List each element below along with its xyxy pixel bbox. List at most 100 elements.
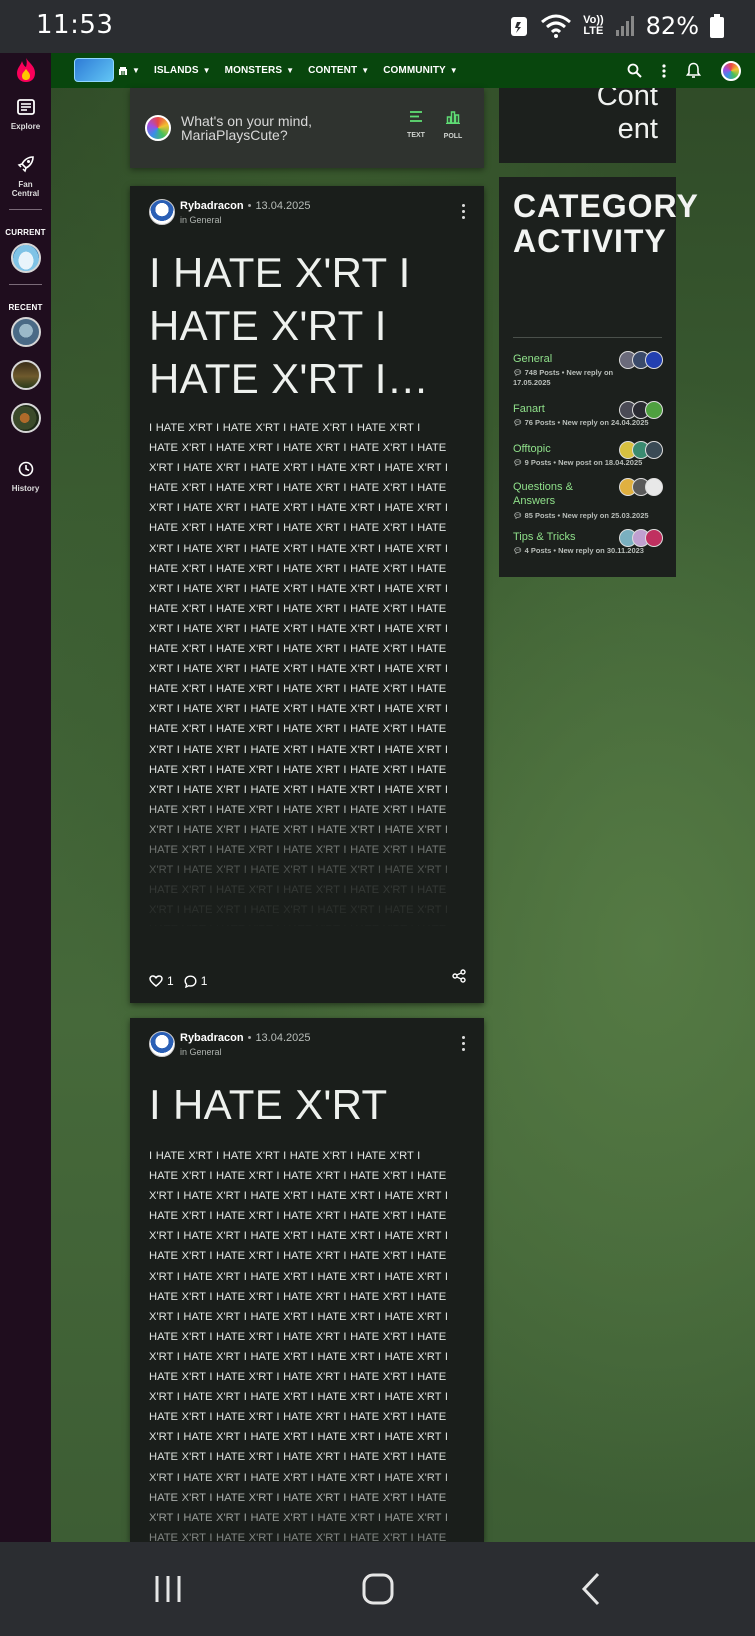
post-card[interactable]: Rybadracon • 13.04.2025 in General I HATE … — [130, 1018, 484, 1542]
current-section-label: CURRENT — [5, 228, 46, 237]
signal-icon — [615, 16, 634, 36]
post-composer[interactable]: What's on your mind, MariaPlaysCute? TEX… — [130, 88, 484, 168]
side-content-card: Cont ent — [499, 88, 676, 163]
home-icon — [362, 1573, 394, 1605]
like-count: 1 — [167, 974, 174, 988]
category-row[interactable]: Offtopic 💬︎ 9 Posts • New post on 18.04.… — [513, 441, 663, 468]
category-row[interactable]: Fanart 💬︎ 76 Posts • New reply on 24.04.… — [513, 401, 663, 428]
post-author-line: Rybadracon • 13.04.2025 — [180, 1032, 311, 1044]
search-icon[interactable] — [627, 63, 642, 78]
category-avatars — [619, 401, 663, 419]
chevron-down-icon: ▼ — [202, 66, 211, 75]
rail-divider — [9, 284, 42, 285]
recent-apps-icon — [155, 1576, 181, 1602]
side-card-heading: Cont ent — [596, 88, 658, 145]
category-meta: 💬︎ 9 Posts • New post on 18.04.2025 — [513, 458, 643, 467]
recent-wiki-avatar[interactable] — [0, 403, 51, 433]
composer-prompt[interactable]: What's on your mind, MariaPlaysCute? — [181, 114, 381, 142]
nav-monsters[interactable]: MONSTERS ▼ — [225, 65, 295, 76]
explore-nav[interactable]: Explore — [0, 99, 51, 131]
history-clock-icon — [18, 461, 33, 477]
history-nav[interactable]: History — [0, 461, 51, 493]
explore-label: Explore — [10, 122, 41, 131]
wiki-home-icon — [119, 66, 127, 75]
post-card[interactable]: Rybadracon • 13.04.2025 in General I HATE … — [130, 186, 484, 1003]
nav-content[interactable]: CONTENT ▼ — [308, 65, 369, 76]
wifi-icon — [541, 14, 572, 38]
comment-icon: 💬︎ — [513, 458, 525, 467]
poll-post-label: POLL — [443, 133, 463, 140]
author-name[interactable]: Rybadracon — [180, 1032, 244, 1044]
share-button[interactable] — [452, 969, 466, 988]
post-body-fade — [130, 1448, 484, 1542]
recent-section-label: RECENT — [8, 303, 43, 312]
category-meta: 💬︎ 748 Posts • New reply on 17.05.2025 — [513, 368, 614, 387]
comment-icon: 💬︎ — [513, 368, 525, 377]
text-post-button[interactable]: TEXT — [401, 110, 431, 139]
battery-icon — [710, 14, 724, 38]
category-meta: 💬︎ 76 Posts • New reply on 24.04.2025 — [513, 418, 649, 427]
author-avatar[interactable] — [149, 1031, 175, 1057]
chevron-down-icon: ▼ — [361, 66, 370, 75]
author-name[interactable]: Rybadracon — [180, 200, 244, 212]
category-meta: 💬︎ 4 Posts • New reply on 30.11.2023 — [513, 546, 644, 555]
comment-icon: 💬︎ — [513, 418, 525, 427]
history-label: History — [11, 484, 40, 493]
rail-divider — [9, 209, 42, 210]
fan-central-nav[interactable]: Fan Central — [0, 155, 51, 198]
back-button[interactable] — [563, 1542, 619, 1636]
author-avatar[interactable] — [149, 199, 175, 225]
poll-post-button[interactable]: POLL — [438, 110, 468, 140]
nav-links: ▼ ISLANDS ▼ MONSTERS ▼ CONTENT ▼ COMMUNITY ▼ — [118, 53, 472, 88]
composer-prompt-line: MariaPlaysCute? — [181, 127, 288, 143]
fan-central-label: Fan Central — [11, 180, 40, 198]
post-category[interactable]: in General — [180, 1047, 222, 1057]
like-button[interactable]: 1 — [149, 974, 174, 988]
status-bar: 11:53 Vo)) LTE 82% — [0, 0, 755, 53]
category-meta: 💬︎ 85 Posts • New reply on 25.03.2025 — [513, 511, 649, 520]
post-category[interactable]: in General — [180, 215, 222, 225]
text-post-label: TEXT — [407, 132, 425, 139]
post-title[interactable]: I HATE X'RT I HATE X'RT I HATE X'RT I… — [149, 246, 469, 405]
category-row[interactable]: Tips & Tricks 💬︎ 4 Posts • New reply on … — [513, 529, 663, 556]
user-avatar[interactable] — [721, 60, 741, 81]
category-activity-title: CATEGORY ACTIVITY — [513, 188, 699, 259]
comment-count: 1 — [200, 974, 208, 988]
poll-icon — [446, 111, 460, 125]
text-post-icon — [410, 111, 422, 122]
post-options-icon[interactable] — [460, 204, 466, 222]
nav-wiki-menu[interactable]: ▼ — [118, 66, 140, 76]
fandom-home-button[interactable] — [0, 57, 51, 88]
status-time: 11:53 — [36, 10, 114, 40]
category-row[interactable]: General 💬︎ 748 Posts • New reply on 17.0… — [513, 351, 663, 388]
recent-wiki-avatar[interactable] — [0, 360, 51, 390]
post-reactions: 1 1 — [149, 974, 207, 988]
post-options-icon[interactable] — [460, 1036, 466, 1054]
post-date: 13.04.2025 — [255, 200, 311, 212]
recent-apps-button[interactable] — [140, 1542, 196, 1636]
category-row[interactable]: Questions & Answers 💬︎ 85 Posts • New re… — [513, 478, 663, 521]
post-title[interactable]: I HATE X'RT — [149, 1078, 469, 1131]
post-date: 13.04.2025 — [255, 1032, 311, 1044]
fan-central-rocket-icon — [17, 156, 34, 173]
data-saver-icon — [511, 17, 528, 36]
category-avatars — [619, 441, 663, 459]
category-activity-card: CATEGORY ACTIVITY General 💬︎ 748 Posts •… — [499, 177, 699, 577]
composer-avatar — [145, 115, 171, 141]
category-avatars — [619, 351, 663, 369]
bell-icon[interactable] — [686, 62, 701, 79]
recent-wiki-avatar[interactable] — [0, 317, 51, 347]
category-name[interactable]: Questions & Answers — [513, 480, 593, 508]
back-icon — [581, 1572, 600, 1606]
nav-islands[interactable]: ISLANDS ▼ — [154, 65, 211, 76]
post-body-fade — [130, 786, 484, 946]
category-avatars — [619, 529, 663, 547]
chevron-down-icon: ▼ — [132, 66, 141, 75]
kebab-menu-icon[interactable] — [662, 63, 666, 78]
comment-icon: 💬︎ — [513, 546, 525, 555]
current-wiki-avatar[interactable] — [0, 243, 51, 273]
comment-button[interactable]: 1 — [184, 974, 208, 988]
wiki-logo[interactable] — [74, 58, 114, 82]
home-button[interactable] — [350, 1542, 406, 1636]
nav-community[interactable]: COMMUNITY ▼ — [383, 65, 458, 76]
